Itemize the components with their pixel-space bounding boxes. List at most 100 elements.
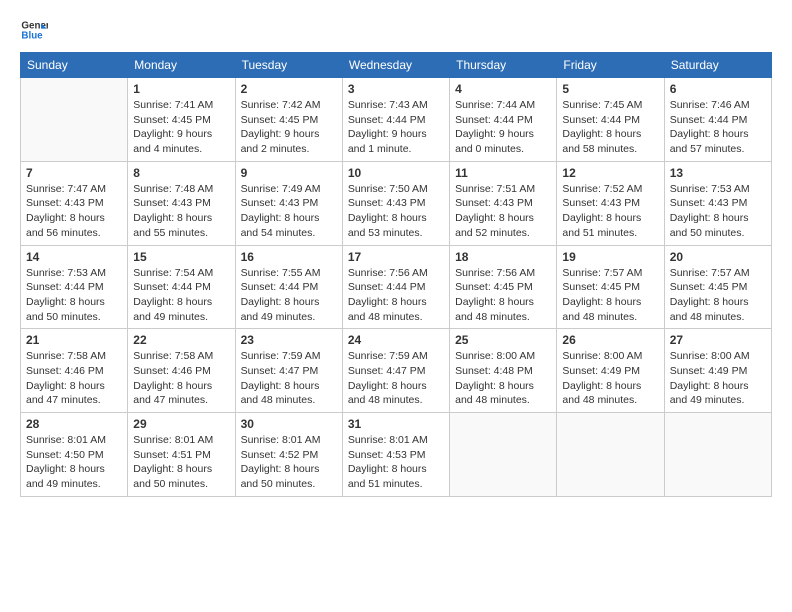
day-number: 4 (455, 82, 551, 96)
day-number: 9 (241, 166, 337, 180)
day-number: 30 (241, 417, 337, 431)
logo-icon: General Blue (20, 16, 48, 44)
week-row-1: 1Sunrise: 7:41 AM Sunset: 4:45 PM Daylig… (21, 78, 772, 162)
header: General Blue (20, 16, 772, 44)
calendar-cell: 31 Sunrise: 8:01 AM Sunset: 4:53 PM Dayli… (342, 413, 449, 497)
calendar-cell: 6 Sunrise: 7:46 AM Sunset: 4:44 PM Daylig… (664, 78, 771, 162)
calendar-cell: 5 Sunrise: 7:45 AM Sunset: 4:44 PM Daylig… (557, 78, 664, 162)
weekday-header-row: SundayMondayTuesdayWednesdayThursdayFrid… (21, 53, 772, 78)
day-number: 27 (670, 333, 766, 347)
week-row-2: 7 Sunrise: 7:47 AM Sunset: 4:43 PM Daylig… (21, 161, 772, 245)
week-row-5: 28 Sunrise: 8:01 AM Sunset: 4:50 PM Dayli… (21, 413, 772, 497)
logo: General Blue (20, 16, 48, 44)
day-info: Sunrise: 7:47 AM Sunset: 4:43 PM Dayligh… (26, 182, 122, 241)
day-number: 15 (133, 250, 229, 264)
calendar-cell: 7 Sunrise: 7:47 AM Sunset: 4:43 PM Daylig… (21, 161, 128, 245)
day-number: 13 (670, 166, 766, 180)
day-info: Sunrise: 7:53 AM Sunset: 4:44 PM Dayligh… (26, 266, 122, 325)
day-info: Sunrise: 7:53 AM Sunset: 4:43 PM Dayligh… (670, 182, 766, 241)
day-info: Sunrise: 8:01 AM Sunset: 4:50 PM Dayligh… (26, 433, 122, 492)
calendar-cell: 13 Sunrise: 7:53 AM Sunset: 4:43 PM Dayli… (664, 161, 771, 245)
day-info: Sunrise: 7:52 AM Sunset: 4:43 PM Dayligh… (562, 182, 658, 241)
day-info: Sunrise: 7:56 AM Sunset: 4:44 PM Dayligh… (348, 266, 444, 325)
day-number: 1 (133, 82, 229, 96)
calendar-cell: 20 Sunrise: 7:57 AM Sunset: 4:45 PM Dayli… (664, 245, 771, 329)
day-number: 8 (133, 166, 229, 180)
day-number: 18 (455, 250, 551, 264)
day-number: 17 (348, 250, 444, 264)
day-info: Sunrise: 7:43 AM Sunset: 4:44 PM Dayligh… (348, 98, 444, 157)
day-number: 12 (562, 166, 658, 180)
day-number: 7 (26, 166, 122, 180)
calendar-cell: 23 Sunrise: 7:59 AM Sunset: 4:47 PM Dayli… (235, 329, 342, 413)
day-info: Sunrise: 7:44 AM Sunset: 4:44 PM Dayligh… (455, 98, 551, 157)
calendar-cell: 12 Sunrise: 7:52 AM Sunset: 4:43 PM Dayli… (557, 161, 664, 245)
weekday-header-saturday: Saturday (664, 53, 771, 78)
calendar-cell: 1Sunrise: 7:41 AM Sunset: 4:45 PM Daylig… (128, 78, 235, 162)
day-number: 2 (241, 82, 337, 96)
calendar-page: General Blue SundayMondayTuesdayWednesda… (0, 0, 792, 612)
day-number: 29 (133, 417, 229, 431)
calendar-cell: 28 Sunrise: 8:01 AM Sunset: 4:50 PM Dayli… (21, 413, 128, 497)
calendar-cell: 19Sunrise: 7:57 AM Sunset: 4:45 PM Dayli… (557, 245, 664, 329)
day-number: 26 (562, 333, 658, 347)
day-info: Sunrise: 7:48 AM Sunset: 4:43 PM Dayligh… (133, 182, 229, 241)
day-info: Sunrise: 8:01 AM Sunset: 4:52 PM Dayligh… (241, 433, 337, 492)
svg-text:Blue: Blue (21, 30, 43, 41)
calendar-cell: 16 Sunrise: 7:55 AM Sunset: 4:44 PM Dayli… (235, 245, 342, 329)
calendar-cell: 8 Sunrise: 7:48 AM Sunset: 4:43 PM Daylig… (128, 161, 235, 245)
day-number: 16 (241, 250, 337, 264)
calendar-cell: 15 Sunrise: 7:54 AM Sunset: 4:44 PM Dayli… (128, 245, 235, 329)
day-number: 21 (26, 333, 122, 347)
day-info: Sunrise: 7:46 AM Sunset: 4:44 PM Dayligh… (670, 98, 766, 157)
day-number: 11 (455, 166, 551, 180)
calendar-cell: 10 Sunrise: 7:50 AM Sunset: 4:43 PM Dayli… (342, 161, 449, 245)
calendar-cell: 11 Sunrise: 7:51 AM Sunset: 4:43 PM Dayli… (450, 161, 557, 245)
day-info: Sunrise: 8:00 AM Sunset: 4:49 PM Dayligh… (562, 349, 658, 408)
day-info: Sunrise: 7:59 AM Sunset: 4:47 PM Dayligh… (241, 349, 337, 408)
day-number: 31 (348, 417, 444, 431)
day-number: 25 (455, 333, 551, 347)
day-info: Sunrise: 7:51 AM Sunset: 4:43 PM Dayligh… (455, 182, 551, 241)
week-row-4: 21 Sunrise: 7:58 AM Sunset: 4:46 PM Dayli… (21, 329, 772, 413)
day-info: Sunrise: 7:55 AM Sunset: 4:44 PM Dayligh… (241, 266, 337, 325)
day-number: 28 (26, 417, 122, 431)
day-number: 20 (670, 250, 766, 264)
calendar-cell: 29 Sunrise: 8:01 AM Sunset: 4:51 PM Dayli… (128, 413, 235, 497)
weekday-header-tuesday: Tuesday (235, 53, 342, 78)
calendar-cell: 26 Sunrise: 8:00 AM Sunset: 4:49 PM Dayli… (557, 329, 664, 413)
day-number: 5 (562, 82, 658, 96)
calendar-cell: 9 Sunrise: 7:49 AM Sunset: 4:43 PM Daylig… (235, 161, 342, 245)
day-info: Sunrise: 7:50 AM Sunset: 4:43 PM Dayligh… (348, 182, 444, 241)
day-info: Sunrise: 8:01 AM Sunset: 4:53 PM Dayligh… (348, 433, 444, 492)
weekday-header-sunday: Sunday (21, 53, 128, 78)
day-number: 6 (670, 82, 766, 96)
day-info: Sunrise: 8:00 AM Sunset: 4:49 PM Dayligh… (670, 349, 766, 408)
day-info: Sunrise: 7:42 AM Sunset: 4:45 PM Dayligh… (241, 98, 337, 157)
day-info: Sunrise: 7:57 AM Sunset: 4:45 PM Dayligh… (670, 266, 766, 325)
day-info: Sunrise: 7:58 AM Sunset: 4:46 PM Dayligh… (26, 349, 122, 408)
weekday-header-wednesday: Wednesday (342, 53, 449, 78)
calendar-cell: 25 Sunrise: 8:00 AM Sunset: 4:48 PM Dayli… (450, 329, 557, 413)
weekday-header-friday: Friday (557, 53, 664, 78)
day-info: Sunrise: 7:59 AM Sunset: 4:47 PM Dayligh… (348, 349, 444, 408)
calendar-cell: 21 Sunrise: 7:58 AM Sunset: 4:46 PM Dayli… (21, 329, 128, 413)
day-number: 14 (26, 250, 122, 264)
calendar-cell: 22Sunrise: 7:58 AM Sunset: 4:46 PM Dayli… (128, 329, 235, 413)
calendar-cell: 14 Sunrise: 7:53 AM Sunset: 4:44 PM Dayli… (21, 245, 128, 329)
calendar-cell (21, 78, 128, 162)
day-number: 22 (133, 333, 229, 347)
calendar-cell: 3 Sunrise: 7:43 AM Sunset: 4:44 PM Daylig… (342, 78, 449, 162)
calendar-cell: 18Sunrise: 7:56 AM Sunset: 4:45 PM Dayli… (450, 245, 557, 329)
day-info: Sunrise: 7:54 AM Sunset: 4:44 PM Dayligh… (133, 266, 229, 325)
day-number: 23 (241, 333, 337, 347)
day-number: 24 (348, 333, 444, 347)
day-info: Sunrise: 7:45 AM Sunset: 4:44 PM Dayligh… (562, 98, 658, 157)
day-info: Sunrise: 8:01 AM Sunset: 4:51 PM Dayligh… (133, 433, 229, 492)
weekday-header-thursday: Thursday (450, 53, 557, 78)
calendar-cell (557, 413, 664, 497)
day-info: Sunrise: 7:49 AM Sunset: 4:43 PM Dayligh… (241, 182, 337, 241)
day-number: 3 (348, 82, 444, 96)
day-info: Sunrise: 8:00 AM Sunset: 4:48 PM Dayligh… (455, 349, 551, 408)
day-number: 10 (348, 166, 444, 180)
